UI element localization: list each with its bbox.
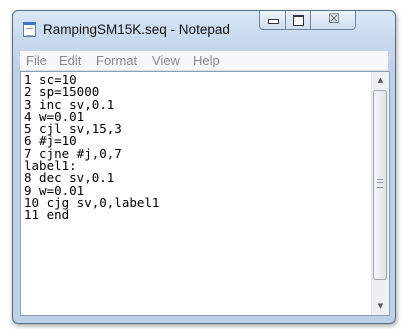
scroll-thumb[interactable] [373,90,387,280]
maximize-button[interactable] [285,11,311,30]
scroll-up-arrow-icon[interactable]: ▲ [372,72,389,89]
notepad-window: RampingSM15K.seq - Notepad ☒ File Edit F… [12,10,396,324]
window-title: RampingSM15K.seq - Notepad [43,22,230,37]
menu-format[interactable]: Format [96,53,137,68]
scroll-down-arrow-icon[interactable]: ▼ [372,298,389,315]
menu-help[interactable]: Help [193,53,220,68]
menu-view[interactable]: View [152,53,180,68]
maximize-icon [293,15,304,26]
notepad-icon[interactable] [23,22,36,37]
minimize-icon [268,19,279,24]
vertical-scrollbar[interactable]: ▲ ▼ [371,72,389,315]
code-line-10: 10 cjg sv,0,label1 [24,194,160,210]
text-content[interactable]: 1 sc=10 2 sp=15000 3 inc sv,0.1 4 w=0.01… [24,73,372,223]
menu-bar: File Edit Format View Help [20,51,388,71]
minimize-button[interactable] [259,11,286,30]
close-icon: ☒ [328,12,340,27]
code-line-11: 11 end [24,207,70,223]
text-editor[interactable]: 1 sc=10 2 sp=15000 3 inc sv,0.1 4 w=0.01… [20,71,390,316]
menu-file[interactable]: File [26,53,47,68]
close-button[interactable]: ☒ [310,11,356,30]
title-bar[interactable]: RampingSM15K.seq - Notepad ☒ [13,11,395,45]
menu-edit[interactable]: Edit [59,53,81,68]
grip-icon [377,179,383,188]
